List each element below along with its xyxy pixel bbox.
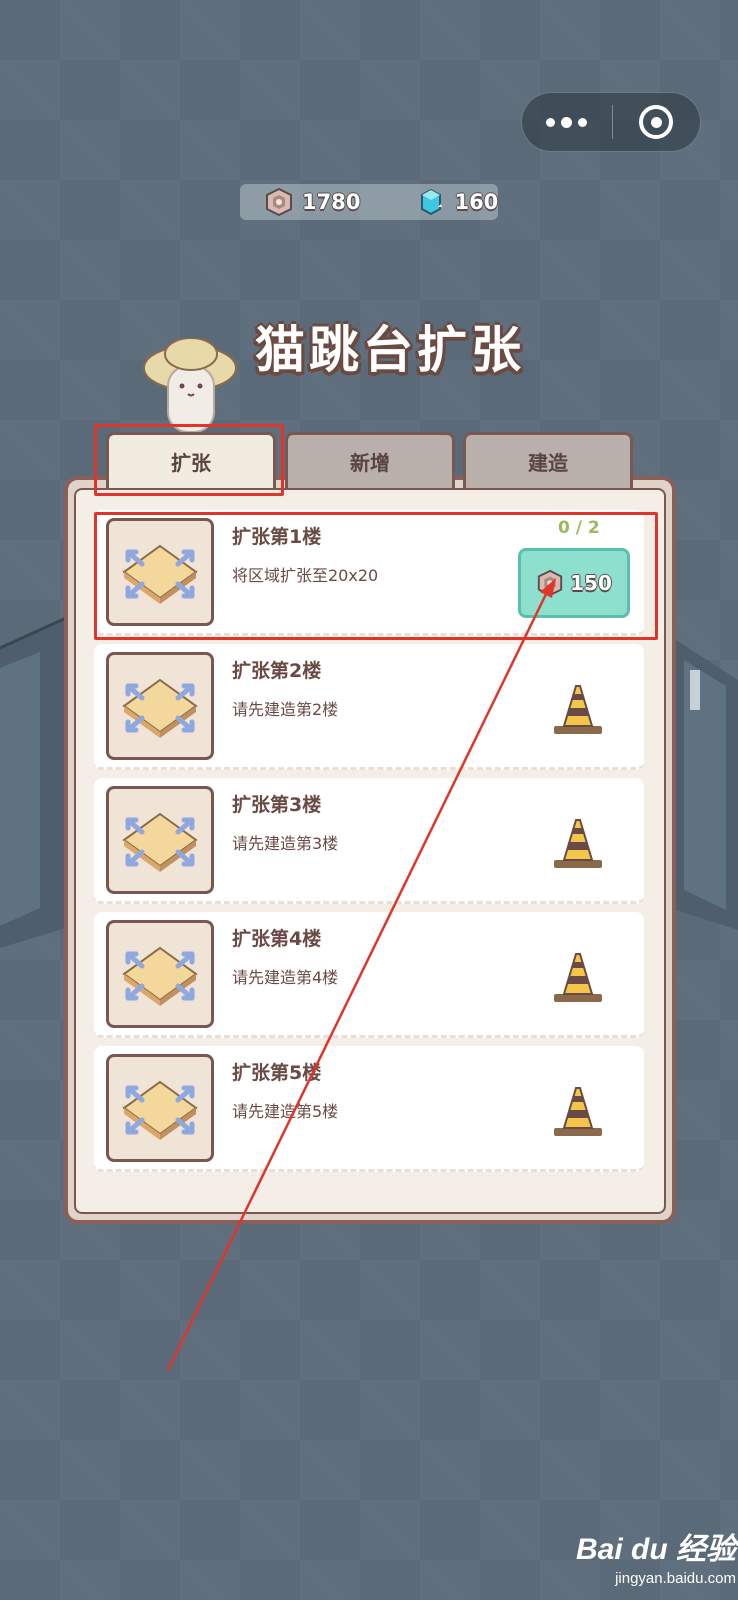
row-title: 扩张第4楼	[232, 928, 322, 950]
list-item: 扩张第2楼 请先建造第2楼	[94, 644, 644, 770]
watermark-logo: Bai du 经验	[575, 1533, 736, 1566]
floor-expand-icon	[106, 1054, 214, 1162]
floor-expand-icon	[106, 920, 214, 1028]
list-item: 扩张第5楼 请先建造第5楼	[94, 1046, 644, 1172]
tab-add[interactable]: 新增	[285, 432, 455, 488]
row-title: 扩张第3楼	[232, 794, 322, 816]
row-progress: 0 / 2	[558, 518, 600, 538]
row-description: 请先建造第5楼	[232, 1102, 339, 1121]
floor-expand-icon	[106, 786, 214, 894]
gem-icon	[421, 188, 443, 216]
tab-build[interactable]: 建造	[463, 432, 633, 488]
gem-value: 160	[454, 190, 499, 214]
list-item: 扩张第1楼 将区域扩张至20x20 0 / 2 150	[94, 510, 644, 636]
expand-buy-button[interactable]: 150	[518, 548, 630, 618]
mini-program-capsule	[521, 92, 701, 152]
locked-cone-icon	[554, 953, 602, 1002]
tab-expand[interactable]: 扩张	[106, 432, 276, 488]
row-description: 请先建造第4楼	[232, 968, 339, 987]
gem-counter: 160	[416, 187, 498, 217]
background-shelf-right	[676, 640, 738, 930]
coin-counter: 1780	[264, 187, 360, 217]
coin-icon	[266, 187, 292, 217]
floor-expand-icon	[106, 652, 214, 760]
more-dots-icon	[546, 117, 556, 127]
floor-expand-icon	[106, 518, 214, 626]
watermark: Bai du 经验 jingyan.baidu.com	[556, 1524, 736, 1587]
row-description: 请先建造第3楼	[232, 834, 339, 853]
close-button[interactable]	[613, 93, 701, 151]
locked-cone-icon	[554, 685, 602, 734]
coin-value: 1780	[302, 190, 361, 214]
list-item: 扩张第3楼 请先建造第3楼	[94, 778, 644, 904]
target-close-icon	[639, 105, 674, 139]
row-title: 扩张第1楼	[232, 526, 322, 548]
more-button[interactable]	[522, 93, 612, 151]
watermark-site: jingyan.baidu.com	[615, 1570, 736, 1587]
background-shelf-left	[0, 616, 66, 948]
buy-cost: 150	[570, 571, 612, 595]
page-title: 猫跳台扩张	[255, 321, 525, 379]
currency-bar: 1780 160	[240, 184, 498, 220]
list-item: 扩张第4楼 请先建造第4楼	[94, 912, 644, 1038]
row-description: 将区域扩张至20x20	[232, 566, 379, 585]
locked-cone-icon	[554, 1087, 602, 1136]
row-description: 请先建造第2楼	[232, 700, 339, 719]
row-title: 扩张第2楼	[232, 660, 322, 682]
row-title: 扩张第5楼	[232, 1062, 322, 1084]
coin-icon	[537, 569, 563, 597]
locked-cone-icon	[554, 819, 602, 868]
